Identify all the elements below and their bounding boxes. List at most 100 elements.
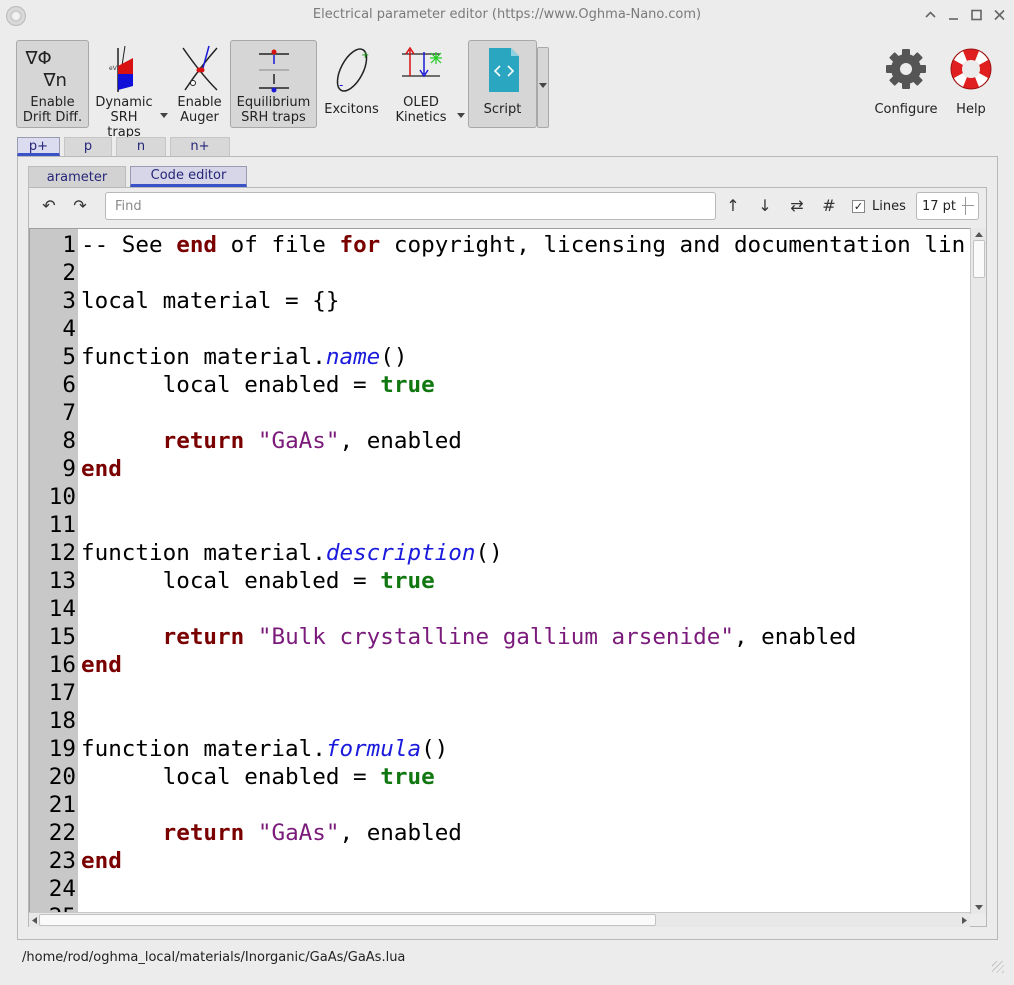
token-bool: true [380,764,435,790]
line-number: 4 [62,316,76,342]
token-kw: return [162,428,245,454]
code-line[interactable]: 12 function material.description() [30,539,971,567]
tab-parameter[interactable]: arameter [28,166,126,187]
lines-label: Lines [872,199,906,214]
font-size-stepper[interactable] [962,197,974,215]
tab-n[interactable]: n [116,137,166,156]
code-line[interactable]: 24 [30,875,971,903]
code-line[interactable]: 18 [30,707,971,735]
vertical-scroll-thumb[interactable] [973,240,985,278]
code-line[interactable]: 7 [30,399,971,427]
scroll-left-icon[interactable] [31,916,39,925]
code-line[interactable]: 5 function material.name() [30,343,971,371]
configure-button[interactable]: Configure [872,40,940,128]
tab-n-plus[interactable]: n+ [170,137,230,156]
code-line[interactable]: 23 end [30,847,971,875]
dynamic-srh-dropdown-icon[interactable] [160,113,168,118]
code-line[interactable]: 13 local enabled = true [30,567,971,595]
svg-text:+: + [361,50,369,61]
equilibrium-srh-traps-button[interactable]: Equilibrium SRH traps [230,40,317,128]
code-line[interactable]: 9 end [30,455,971,483]
script-button[interactable]: Script [468,40,537,128]
code-line[interactable]: 3 local material = {} [30,287,971,315]
scroll-right-icon[interactable] [960,916,968,925]
excitons-icon: + - [325,44,379,96]
code-text: function material.formula() [81,735,448,763]
font-size-value: 17 pt [922,199,957,214]
drift-diffusion-icon: ∇Φ ∇n [25,48,67,91]
token-kw: end [81,456,122,482]
tab-p-plus[interactable]: p+ [17,137,60,156]
token-str: "GaAs" [257,820,340,846]
oled-kinetics-button[interactable]: OLED Kinetics [390,40,452,128]
vertical-scrollbar[interactable] [970,228,986,914]
resize-grip-icon[interactable] [992,961,1004,973]
equilibrium-srh-traps-icon [247,44,301,96]
script-icon [476,44,530,96]
hash-icon[interactable]: # [816,195,842,217]
scroll-down-icon[interactable] [974,904,984,912]
code-line[interactable]: 21 [30,791,971,819]
tab-code-editor[interactable]: Code editor [130,166,247,187]
enable-auger-button[interactable]: Enable Auger [170,40,229,128]
token: , enabled [733,624,857,650]
code-text: function material.name() [81,343,408,371]
close-icon[interactable] [991,6,1008,24]
line-number: 17 [48,680,76,706]
code-line[interactable]: 15 return "Bulk crystalline gallium arse… [30,623,971,651]
code-text: end [81,651,122,679]
horizontal-scroll-thumb[interactable] [39,914,656,926]
token: -- See [81,232,177,258]
script-dropdown-button[interactable] [537,47,549,128]
code-line[interactable]: 20 local enabled = true [30,763,971,791]
token-kw: end [81,652,122,678]
line-number: 20 [48,764,76,790]
code-line[interactable]: 22 return "GaAs", enabled [30,819,971,847]
title-bar: Electrical parameter editor (https://www… [0,0,1014,31]
code-text: local enabled = true [81,371,435,399]
code-editor[interactable]: 1 -- See end of file for copyright, licen… [29,228,986,914]
code-line[interactable]: 16 end [30,651,971,679]
window-controls [922,6,1008,24]
find-down-icon[interactable]: ↓ [752,195,778,217]
enable-drift-diff-button[interactable]: ∇Φ ∇n Enable Drift Diff. [16,40,89,128]
minimize-up-icon[interactable] [922,6,939,24]
code-line[interactable]: 4 [30,315,971,343]
window-title: Electrical parameter editor (https://www… [312,7,702,22]
code-text: return "GaAs", enabled [81,427,462,455]
code-line[interactable]: 8 return "GaAs", enabled [30,427,971,455]
code-line[interactable]: 19 function material.formula() [30,735,971,763]
replace-icon[interactable]: ⇄ [784,195,810,217]
line-number: 8 [62,428,76,454]
code-line[interactable]: 11 [30,511,971,539]
token: local material = {} [81,288,340,314]
code-line[interactable]: 14 [30,595,971,623]
undo-icon[interactable]: ↶ [36,195,62,217]
lines-checkbox[interactable]: ✓ [852,200,865,213]
excitons-button[interactable]: + - Excitons [320,40,383,128]
code-line[interactable]: 17 [30,679,971,707]
font-size-spinbox[interactable]: 17 pt [916,192,979,220]
token-kw: for [339,232,381,258]
tab-p[interactable]: p [64,137,112,156]
code-line[interactable]: 10 [30,483,971,511]
horizontal-scrollbar[interactable] [29,912,970,927]
code-line[interactable]: 1 -- See end of file for copyright, licen… [30,231,971,259]
token-str: "GaAs" [257,428,340,454]
code-line[interactable]: 6 local enabled = true [30,371,971,399]
maximize-icon[interactable] [968,6,985,24]
scroll-up-icon[interactable] [974,230,984,238]
redo-icon[interactable]: ↷ [67,195,93,217]
token: local enabled = [81,372,381,398]
dynamic-srh-traps-button[interactable]: eV Dynamic SRH traps [91,40,157,140]
token-bool: true [380,568,435,594]
find-up-icon[interactable]: ↑ [720,195,746,217]
minimize-icon[interactable] [945,6,962,24]
code-line[interactable]: 2 [30,259,971,287]
lifebuoy-icon [944,44,998,96]
help-button[interactable]: Help [942,40,1000,128]
token-bool: true [380,372,435,398]
oled-kinetics-dropdown-icon[interactable] [457,113,465,118]
find-input[interactable] [105,192,716,220]
